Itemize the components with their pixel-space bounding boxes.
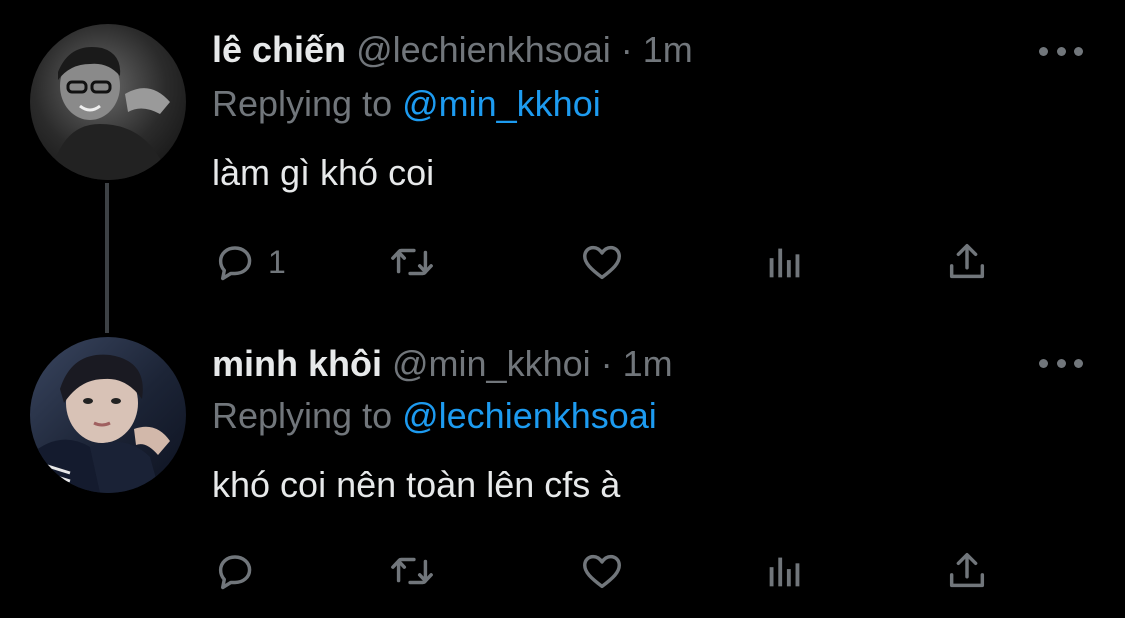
retweet-arrows-icon [391, 248, 433, 276]
more-dots-icon [1039, 46, 1048, 56]
replying-to: Replying to @min_kkhoi [212, 80, 601, 128]
tweet-header: minh khôi @min_kkhoi · 1m [212, 340, 673, 388]
tweet-text: làm gì khó coi [212, 152, 435, 193]
separator-dot: · [600, 343, 613, 384]
mention-link[interactable]: @min_kkhoi [402, 83, 601, 124]
more-dot [1056, 358, 1066, 368]
timestamp[interactable]: 1m [623, 343, 673, 384]
more-dot [1056, 46, 1066, 56]
heart-icon [583, 245, 621, 280]
replying-to-label: Replying to [212, 395, 393, 436]
retweet-arrows-icon [391, 557, 433, 585]
tweet-text: khó coi nên toàn lên cfs à [212, 464, 621, 505]
more-dots-icon [1039, 358, 1048, 368]
share-button[interactable] [944, 237, 990, 287]
display-name[interactable]: lê chiến [212, 29, 346, 70]
like-button[interactable] [579, 237, 625, 287]
more-dot [1074, 358, 1083, 368]
avatar-image [30, 337, 186, 493]
like-button[interactable] [579, 546, 625, 596]
tweet-header: lê chiến @lechienkhsoai · 1m [212, 26, 693, 74]
more-options-button[interactable] [1039, 348, 1083, 378]
share-upload-icon [949, 552, 985, 588]
replying-to: Replying to @lechienkhsoai [212, 392, 657, 440]
user-handle[interactable]: @min_kkhoi [392, 343, 591, 384]
replying-to-label: Replying to [212, 83, 393, 124]
conversation-thread: lê chiến @lechienkhsoai · 1m Replying to @mi… [0, 0, 1125, 618]
more-options-button[interactable] [1039, 36, 1083, 66]
heart-icon [583, 554, 621, 589]
reply-count: 1 [268, 243, 286, 280]
share-button[interactable] [944, 546, 990, 596]
retweet-button[interactable] [389, 546, 435, 596]
tweet[interactable]: lê chiến @lechienkhsoai · 1m Replying to @mi… [0, 0, 1125, 315]
views-button[interactable] [762, 546, 808, 596]
mention-link[interactable]: @lechienkhsoai [402, 395, 657, 436]
bar-chart-icon [769, 557, 800, 587]
reply-button[interactable]: 1 [212, 237, 286, 287]
more-dot [1074, 46, 1083, 56]
avatar[interactable] [30, 337, 186, 493]
tweet-actions: 1 [212, 237, 1012, 287]
user-handle[interactable]: @lechienkhsoai [356, 29, 611, 70]
display-name[interactable]: minh khôi [212, 343, 382, 384]
tweet[interactable]: minh khôi @min_kkhoi · 1m Replying to @lechi… [0, 315, 1125, 618]
separator-dot: · [620, 29, 633, 70]
retweet-button[interactable] [389, 237, 435, 287]
bar-chart-icon [769, 248, 800, 278]
reply-bubble-icon [218, 555, 252, 590]
timestamp[interactable]: 1m [643, 29, 693, 70]
avatar-image [30, 24, 186, 180]
share-upload-icon [949, 243, 985, 279]
reply-button[interactable] [212, 546, 268, 596]
reply-bubble-icon [218, 246, 252, 281]
views-button[interactable] [762, 237, 808, 287]
tweet-actions [212, 546, 1012, 596]
avatar[interactable] [30, 24, 186, 180]
